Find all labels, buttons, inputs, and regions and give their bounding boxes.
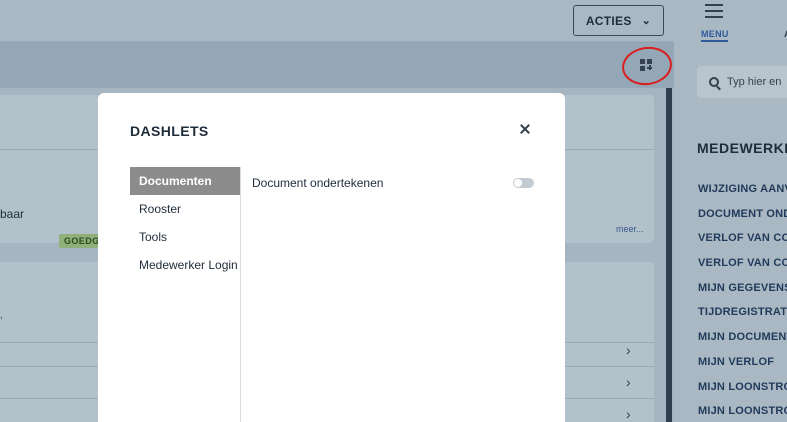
sidebar-item[interactable]: MIJN VERLOF	[698, 353, 787, 378]
active-tab-indicator	[701, 40, 728, 42]
sidebar-item[interactable]: TIJDREGISTRATI	[698, 303, 787, 328]
modal-divider	[240, 167, 241, 422]
sidebar-item[interactable]: DOCUMENT OND	[698, 205, 787, 230]
sidebar-item[interactable]: MIJN LOONSTRO	[698, 402, 787, 422]
tab-medewerker-login[interactable]: Medewerker Login	[130, 251, 241, 279]
top-bar: ACTIES ⌄	[0, 0, 674, 42]
toggle-knob	[514, 179, 522, 187]
dashlets-modal: DASHLETS Documenten Rooster Tools Medewe…	[98, 93, 565, 422]
dashlet-option-label: Document ondertekenen	[252, 176, 384, 190]
sidebar-item[interactable]: VERLOF VAN COL	[698, 229, 787, 254]
dashlet-category-tabs: Documenten Rooster Tools Medewerker Logi…	[130, 167, 241, 279]
card-text: baar	[0, 207, 25, 221]
tab-rooster[interactable]: Rooster	[130, 195, 241, 223]
sidebar-search	[697, 66, 787, 98]
sidebar-item[interactable]: WIJZIGING AANV	[698, 180, 787, 205]
card-text-fragment: ,	[0, 310, 3, 321]
right-sidebar: MENU A MEDEWERKER WIJZIGING AANV DOCUMEN…	[674, 0, 787, 422]
dashboard-toolbar	[0, 42, 674, 88]
chevron-down-icon: ⌄	[641, 15, 652, 27]
tab-menu[interactable]: MENU	[701, 29, 729, 39]
sidebar-item[interactable]: MIJN LOONSTRO	[698, 378, 787, 403]
chevron-right-icon[interactable]: ›	[626, 374, 631, 390]
close-icon[interactable]	[516, 119, 536, 139]
sidebar-list: WIJZIGING AANV DOCUMENT OND VERLOF VAN C…	[698, 180, 787, 422]
dashlet-toggle[interactable]	[513, 178, 534, 188]
sidebar-section-title: MEDEWERKER	[697, 140, 787, 156]
sidebar-item[interactable]: VERLOF VAN COL	[698, 254, 787, 279]
chevron-right-icon[interactable]: ›	[626, 406, 631, 422]
chevron-right-icon[interactable]: ›	[626, 342, 631, 358]
sidebar-item[interactable]: MIJN DOCUMENT	[698, 328, 787, 353]
more-link[interactable]: meer...	[616, 224, 644, 234]
tab-tools[interactable]: Tools	[130, 223, 241, 251]
scrollbar[interactable]	[666, 88, 672, 422]
search-icon	[709, 77, 719, 87]
acties-dropdown-button[interactable]: ACTIES ⌄	[573, 5, 664, 36]
modal-title: DASHLETS	[130, 123, 209, 139]
search-input[interactable]	[727, 76, 787, 88]
dashlet-option-row: Document ondertekenen	[252, 173, 534, 193]
tab-documenten[interactable]: Documenten	[130, 167, 241, 195]
sidebar-item[interactable]: MIJN GEGEVENS	[698, 279, 787, 304]
acties-label: ACTIES	[585, 13, 632, 28]
hamburger-menu-icon[interactable]	[705, 4, 723, 20]
